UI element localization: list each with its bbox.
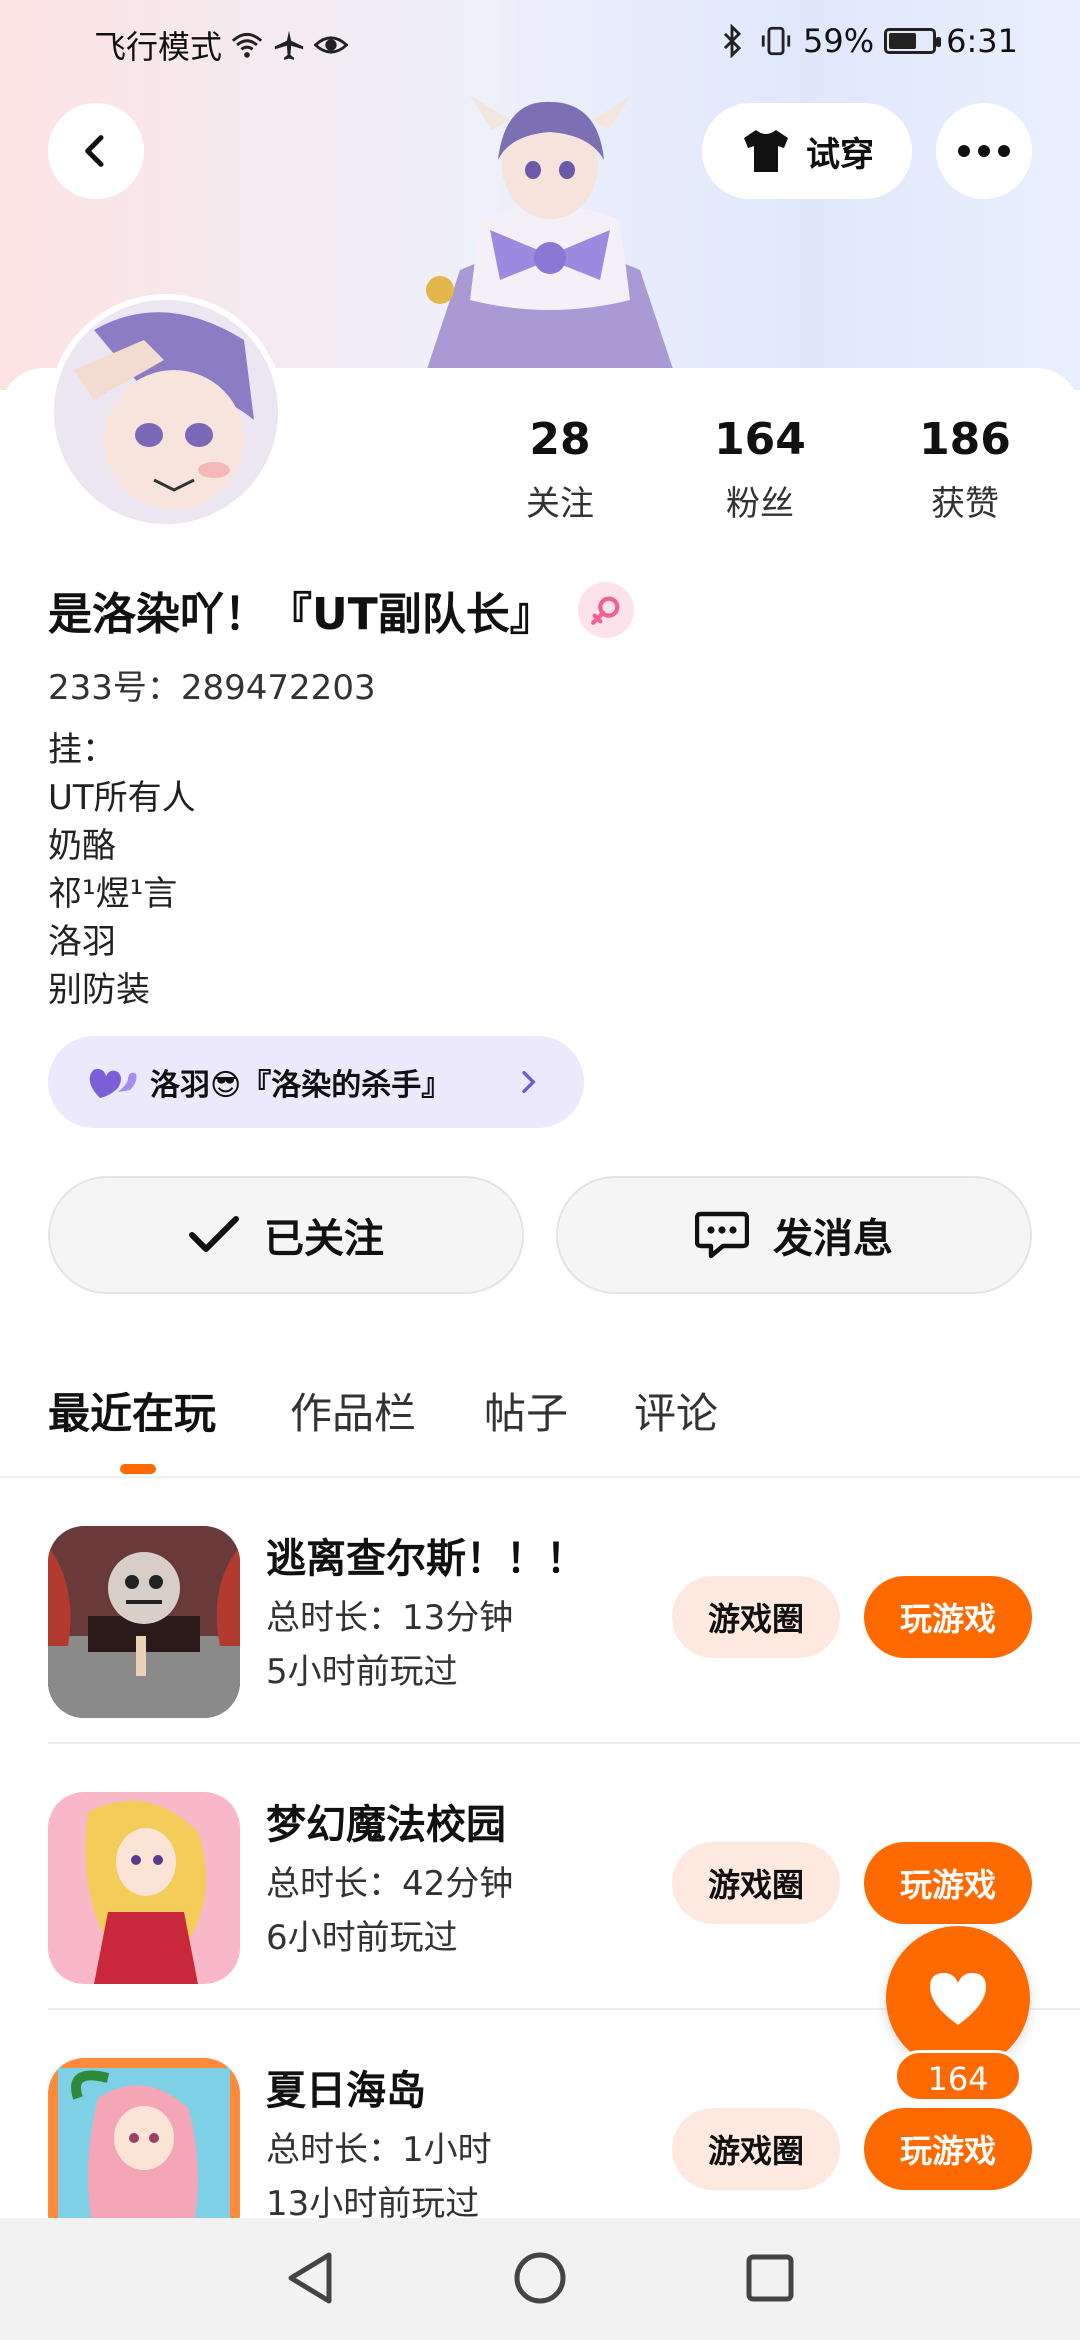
bio-line: 祁¹煜¹言 (48, 874, 178, 914)
play-game-button[interactable]: 玩游戏 (864, 2108, 1032, 2190)
avatar[interactable] (48, 294, 284, 530)
nickname-row: 是洛染吖！『UT副队长』 (48, 578, 634, 642)
active-tab-indicator (120, 1464, 156, 1474)
chat-bubble-icon (695, 1211, 749, 1259)
heart-icon (930, 1973, 986, 2025)
game-circle-button[interactable]: 游戏圈 (672, 2108, 840, 2190)
game-duration: 总时长：1小时 (266, 2130, 492, 2170)
bio-line: 洛羽 (48, 922, 116, 962)
purple-hearts-icon (89, 1068, 137, 1098)
stat-followers-label: 粉丝 (726, 484, 794, 524)
game-title: 夏日海岛 (266, 2068, 426, 2114)
game-last-played: 5小时前玩过 (266, 1652, 458, 1692)
nav-recents-button[interactable] (740, 2248, 800, 2308)
game-circle-button[interactable]: 游戏圈 (672, 1842, 840, 1924)
system-navigation-bar (0, 2218, 1080, 2340)
status-left-group: 飞行模式 (94, 22, 349, 68)
nav-home-button[interactable] (510, 2248, 570, 2308)
avatar-image (54, 300, 278, 524)
stat-following-value: 28 (529, 414, 591, 465)
status-right-group: 59% 6:31 (715, 22, 1018, 60)
bio-line: 挂： (48, 730, 116, 770)
like-count-badge: 164 (894, 2050, 1022, 2102)
play-game-button[interactable]: 玩游戏 (864, 1576, 1032, 1658)
game-last-played: 6小时前玩过 (266, 1918, 458, 1958)
bluetooth-icon (723, 24, 742, 58)
stats-group: 28 关注 164 粉丝 186 获赞 (480, 412, 1040, 532)
female-gender-icon (577, 582, 634, 638)
bio-line: 别防装 (48, 970, 150, 1010)
3d-avatar-figure (420, 95, 680, 390)
checkmark-icon (189, 1216, 239, 1252)
stat-following[interactable]: 28 关注 (480, 412, 640, 525)
game-duration: 总时长：13分钟 (266, 1598, 514, 1638)
relationship-chip[interactable]: 洛羽😎『洛染的杀手』 (48, 1036, 584, 1128)
following-button[interactable]: 已关注 (48, 1176, 524, 1294)
chevron-right-icon (522, 1071, 536, 1093)
circle-home-icon (514, 2252, 566, 2304)
status-bar: 飞行模式 59% 6:31 (0, 0, 1080, 84)
tshirt-icon (744, 130, 788, 172)
stat-followers-value: 164 (714, 414, 806, 465)
try-on-button[interactable]: 试穿 (702, 103, 912, 199)
game-icon-magic-campus[interactable] (48, 1792, 240, 1984)
bio: 挂： UT所有人 奶酪 祁¹煜¹言 洛羽 别防装 (48, 726, 196, 1014)
eye-icon (314, 36, 349, 54)
airplane-mode-text: 飞行模式 (94, 28, 223, 66)
game-circle-button[interactable]: 游戏圈 (672, 1576, 840, 1658)
battery-percent: 59% (803, 22, 875, 60)
game-title: 逃离查尔斯！！！ (266, 1536, 586, 1582)
stat-likes[interactable]: 186 获赞 (885, 412, 1045, 525)
bio-line: 奶酪 (48, 826, 116, 866)
stat-likes-value: 186 (919, 414, 1011, 465)
airplane-icon (274, 30, 304, 60)
like-fab-button[interactable] (886, 1926, 1030, 2070)
nav-back-button[interactable] (280, 2248, 340, 2308)
more-dots-icon (958, 145, 1010, 157)
try-on-label: 试穿 (806, 134, 874, 175)
tab-recently-played[interactable]: 最近在玩 (48, 1380, 216, 1441)
battery-icon (884, 28, 942, 54)
stat-followers[interactable]: 164 粉丝 (680, 412, 840, 525)
user-id: 233号：289472203 (48, 668, 376, 708)
back-button[interactable] (48, 103, 144, 199)
relationship-chip-label: 洛羽😎『洛染的杀手』 (150, 1068, 452, 1103)
send-message-button[interactable]: 发消息 (556, 1176, 1032, 1294)
following-label: 已关注 (264, 1216, 384, 1262)
game-duration: 总时长：42分钟 (266, 1864, 514, 1904)
stat-likes-label: 获赞 (931, 484, 999, 524)
square-recents-icon (746, 2254, 794, 2302)
vibrate-icon (761, 26, 791, 56)
wifi-icon (231, 32, 263, 58)
game-title: 梦幻魔法校园 (266, 1802, 506, 1848)
send-message-label: 发消息 (773, 1216, 893, 1262)
triangle-back-icon (288, 2252, 332, 2304)
stat-following-label: 关注 (526, 484, 594, 524)
tab-works[interactable]: 作品栏 (290, 1380, 416, 1441)
nickname: 是洛染吖！『UT副队长』 (48, 589, 554, 640)
play-game-button[interactable]: 玩游戏 (864, 1842, 1032, 1924)
more-options-button[interactable] (936, 103, 1032, 199)
tab-posts[interactable]: 帖子 (484, 1380, 568, 1441)
clock-time: 6:31 (946, 22, 1018, 60)
bio-line: UT所有人 (48, 778, 196, 818)
chevron-left-icon (85, 135, 104, 167)
game-icon-escape-charles[interactable] (48, 1526, 240, 1718)
game-row[interactable]: 逃离查尔斯！！！ 总时长：13分钟 5小时前玩过 游戏圈 玩游戏 (0, 1478, 1080, 1744)
tab-comments[interactable]: 评论 (634, 1380, 718, 1441)
